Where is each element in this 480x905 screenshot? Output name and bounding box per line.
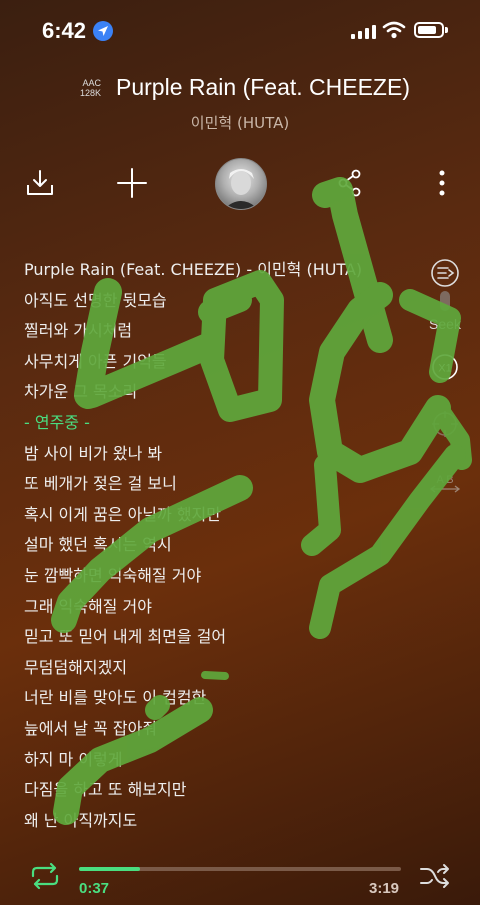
seek-toggle[interactable] [437, 290, 453, 312]
wifi-icon [382, 21, 406, 39]
lyric-line[interactable]: 너란 비를 맞아도 이 컴컴한 [24, 683, 424, 714]
battery-icon [414, 22, 444, 38]
artist-avatar[interactable] [215, 158, 267, 210]
lyric-line[interactable]: 하지 마 이렇게 [24, 745, 424, 776]
shuffle-button[interactable] [418, 862, 452, 894]
track-artist[interactable]: 이민혁 (HUTA) [0, 112, 480, 133]
seek-label: Seek [429, 316, 461, 332]
lyric-line[interactable]: 눈 깜빡하면 익숙해질 거야 [24, 561, 424, 592]
crosshair-icon [432, 411, 458, 437]
lyrics-list[interactable]: Purple Rain (Feat. CHEEZE) - 이민혁 (HUTA) … [24, 255, 424, 836]
lyric-line[interactable]: 왜 난 아직까지도 [24, 806, 424, 837]
lyric-line[interactable]: 밤 사이 비가 왔나 봐 [24, 439, 424, 470]
cellular-signal-icon [351, 24, 376, 39]
speed-icon: X1 [432, 354, 458, 380]
download-icon [27, 170, 53, 195]
status-time: 6:42 [42, 18, 87, 43]
speed-label: X1 [438, 363, 451, 375]
lyric-line[interactable]: 차가운 그 목소리 [24, 377, 424, 408]
lyric-line[interactable]: 믿고 또 믿어 내게 최면을 걸어 [24, 622, 424, 653]
repeat-icon [31, 862, 59, 890]
lyrics-seek-icon [431, 259, 459, 287]
ab-repeat-icon: A B [429, 474, 461, 493]
repeat-button[interactable] [28, 862, 62, 894]
progress-fill [79, 867, 141, 871]
more-options-button[interactable] [430, 160, 454, 206]
download-button[interactable] [22, 160, 58, 206]
sync-target-button[interactable] [427, 410, 463, 438]
lyric-line[interactable]: 사무치게 아픈 기억들 [24, 347, 424, 378]
current-time: 0:37 [79, 880, 110, 897]
lyric-line[interactable]: 다짐을 하고 또 해보지만 [24, 775, 424, 806]
lyric-line[interactable]: 무덤덤해지겠지 [24, 653, 424, 684]
more-vertical-icon [439, 170, 445, 196]
playback-speed-button[interactable]: X1 [427, 353, 463, 381]
lyric-line[interactable]: 늪에서 날 꼭 잡아줘 [24, 714, 424, 745]
add-to-playlist-button[interactable] [114, 160, 150, 206]
total-time: 3:19 [369, 880, 400, 897]
action-toolbar [0, 158, 480, 210]
lyric-line[interactable]: 그래 익숙해질 거야 [24, 592, 424, 623]
status-bar: 6:42 [0, 0, 480, 62]
battery-tip [445, 27, 448, 33]
seek-control[interactable]: Seek [427, 258, 463, 332]
audio-quality-badge: AAC 128K [80, 78, 101, 98]
ab-label: A B [436, 474, 453, 486]
lyric-line[interactable]: 아직도 선명한 뒷모습 [24, 286, 424, 317]
bitrate-label: 128K [80, 88, 102, 98]
progress-track[interactable] [79, 867, 401, 871]
lyric-line-active[interactable]: - 연주중 - [24, 408, 424, 439]
track-title: Purple Rain (Feat. CHEEZE) [116, 74, 410, 100]
lyric-line[interactable]: Purple Rain (Feat. CHEEZE) - 이민혁 (HUTA) [24, 255, 424, 286]
ab-repeat-button[interactable]: A B [427, 472, 463, 494]
codec-label: AAC [82, 78, 102, 88]
lyric-line[interactable]: 또 베개가 젖은 걸 보니 [24, 469, 424, 500]
lyric-line[interactable]: 설마 했던 혹시는 역시 [24, 530, 424, 561]
location-arrow-icon [93, 21, 113, 41]
share-icon [338, 169, 361, 197]
lyric-line[interactable]: 찔러와 가시처럼 [24, 316, 424, 347]
shuffle-icon [420, 864, 449, 888]
avatar-image [224, 169, 258, 209]
share-button[interactable] [336, 160, 364, 206]
player-bar: 0:37 3:19 [0, 850, 480, 905]
plus-icon [117, 168, 147, 198]
lyric-line[interactable]: 혹시 이게 꿈은 아닐까 했지만 [24, 500, 424, 531]
